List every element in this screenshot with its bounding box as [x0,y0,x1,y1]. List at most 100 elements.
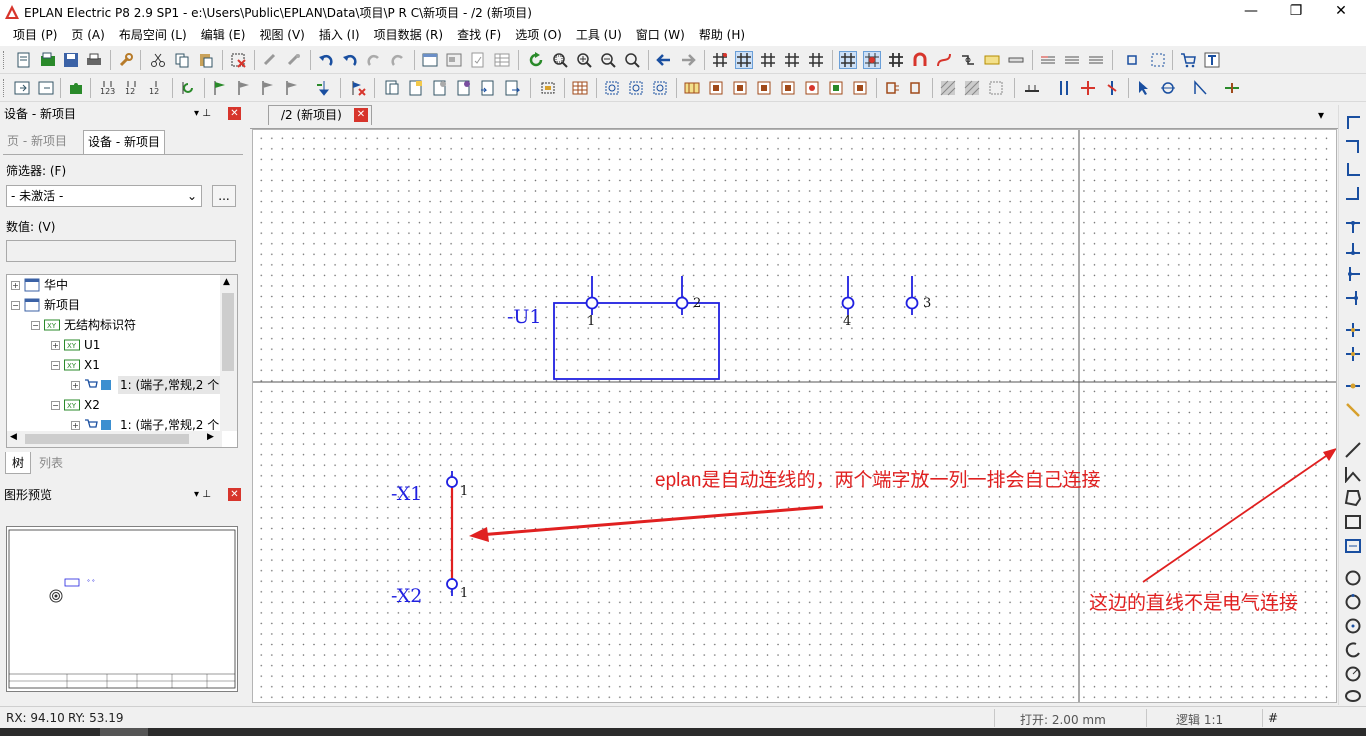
expand-toggle[interactable]: + [11,280,20,290]
black-box-icon[interactable] [540,80,556,96]
page-layout-icon[interactable] [422,52,438,68]
redo-icon[interactable] [366,52,382,68]
collapse-toggle[interactable]: − [51,400,60,410]
menu-page[interactable]: 页 (A) [64,25,111,45]
taskbar-app[interactable] [100,728,148,736]
doc-a-icon[interactable] [384,80,400,96]
page-check-icon[interactable] [470,52,486,68]
grid-c-icon[interactable] [760,52,776,68]
interrupt-icon[interactable] [1056,80,1072,96]
doc-f-icon[interactable] [504,80,520,96]
snap-object-icon[interactable] [863,51,881,69]
cross-node-icon[interactable] [1344,321,1362,339]
curve-icon[interactable] [936,52,952,68]
undo-list-icon[interactable] [342,52,358,68]
polygon-tool-icon[interactable] [1344,489,1362,507]
line-tool-icon[interactable] [1344,441,1362,459]
doc-b-icon[interactable] [408,80,424,96]
text-frame-tool-icon[interactable] [1344,537,1362,555]
zoom-out-icon[interactable] [600,52,616,68]
panel-pin-icon[interactable]: ▾ ⊥ [194,485,211,505]
chevron-up-icon[interactable]: ▲ [223,277,230,287]
open-project-icon[interactable] [40,52,56,68]
tree-node[interactable]: + XY U1 [51,336,100,354]
grid-a-icon[interactable] [712,52,728,68]
print-icon[interactable] [86,52,102,68]
menu-tools[interactable]: 工具 (U) [569,25,629,45]
ellipse-tool-icon[interactable] [1344,665,1362,683]
angle-icon[interactable] [1192,80,1208,96]
tree-horizontal-scrollbar[interactable]: ◀ ▶ [7,431,222,447]
rectangle-tool-icon[interactable] [1344,513,1362,531]
tab-list-dropdown-icon[interactable]: ▾ [1318,108,1324,122]
doc-c-icon[interactable] [432,80,448,96]
collapse-toggle[interactable]: − [51,360,60,370]
grid-d-icon[interactable] [784,52,800,68]
puzzle-icon[interactable] [68,80,84,96]
save-icon[interactable] [63,52,79,68]
cart-icon[interactable] [1180,52,1196,68]
magnet-icon[interactable] [912,52,928,68]
close-button[interactable]: ✕ [1318,0,1364,24]
tab-pages[interactable]: 页 - 新项目 [3,130,71,154]
dashed-box-icon[interactable] [988,80,1004,96]
grid-e-icon[interactable] [808,52,824,68]
circle-3pt-tool-icon[interactable] [1344,593,1362,611]
redo-list-icon[interactable] [390,52,406,68]
terminal-e-icon[interactable] [804,80,820,96]
panel-close-icon[interactable]: ✕ [228,488,241,501]
interrupt2-icon[interactable] [1080,80,1096,96]
plug-icon[interactable] [884,80,900,96]
potential-icon[interactable] [652,80,668,96]
collapse-toggle[interactable]: − [11,300,20,310]
tab-list[interactable]: 列表 [37,452,65,474]
cursor-icon[interactable] [1136,80,1152,96]
menu-find[interactable]: 查找 (F) [450,25,508,45]
menu-edit[interactable]: 编辑 (E) [194,25,253,45]
number-12b-icon[interactable]: 12 [148,80,164,96]
tree-node[interactable]: − XY X1 [51,356,100,374]
hatch-icon[interactable] [940,80,956,96]
menu-options[interactable]: 选项 (O) [508,25,569,45]
collapse-toggle[interactable]: − [31,320,40,330]
interrupt3-icon[interactable] [1104,80,1120,96]
flag2-icon[interactable] [236,80,252,96]
terminal-g-icon[interactable] [852,80,868,96]
t-node-down-icon[interactable] [1344,217,1362,235]
table-icon[interactable] [494,52,510,68]
cut-icon[interactable] [150,52,166,68]
terminal-strip-icon[interactable] [684,80,700,96]
select-area-icon[interactable] [1150,52,1166,68]
panel-close-icon[interactable]: ✕ [228,107,241,120]
close-tab-icon[interactable]: ✕ [354,108,368,122]
crossing-icon[interactable] [1160,80,1176,96]
restore-button[interactable]: ❐ [1273,0,1319,24]
terminal-b-icon[interactable] [732,80,748,96]
number-123-icon[interactable]: 123 [100,80,116,96]
corner-tl-icon[interactable] [1344,113,1362,131]
minimize-button[interactable]: — [1228,0,1274,24]
format-painter-icon[interactable] [262,52,278,68]
terminal-c-icon[interactable] [756,80,772,96]
page-window-icon[interactable] [446,52,462,68]
remove-flag-icon[interactable] [350,80,366,96]
flag3-icon[interactable] [260,80,276,96]
value-input[interactable] [6,240,236,262]
t-node-left-icon[interactable] [1344,289,1362,307]
forward-arrow-icon[interactable] [680,52,696,68]
plug2-icon[interactable] [908,80,924,96]
zoom-in-icon[interactable] [576,52,592,68]
filter-more-button[interactable]: ... [212,185,236,207]
t-node-up-icon[interactable] [1344,241,1362,259]
expand-toggle[interactable]: + [51,340,60,350]
badge-icon[interactable] [984,52,1000,68]
tree-node[interactable]: + 华中 [11,276,68,294]
flag-icon[interactable] [212,80,228,96]
schematic-canvas[interactable]: -U1 1 2 4 3 -X1 1 -X2 1 eplan是自动连线的，两个端字… [252,129,1337,703]
corner-tr-icon[interactable] [1344,137,1362,155]
expand-toggle[interactable]: + [71,380,80,390]
text-lines3-icon[interactable] [1088,52,1104,68]
shield-cable-icon[interactable] [628,80,644,96]
menu-project[interactable]: 项目 (P) [6,25,64,45]
ellipse2-tool-icon[interactable] [1344,687,1362,705]
